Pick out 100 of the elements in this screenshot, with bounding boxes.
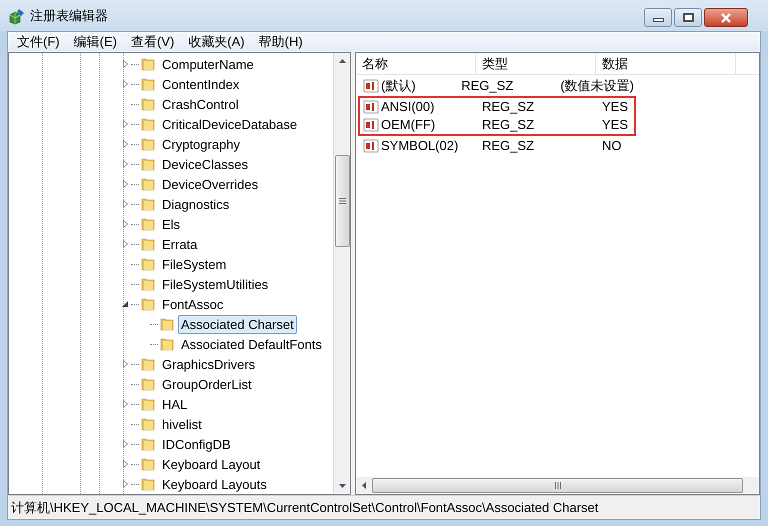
tree-item[interactable]: FileSystem: [159, 254, 230, 274]
folder-icon: [140, 456, 156, 472]
tree-item[interactable]: HAL: [159, 394, 190, 414]
tree-item[interactable]: CriticalDeviceDatabase: [159, 114, 300, 134]
folder-icon: [140, 436, 156, 452]
folder-icon: [140, 376, 156, 392]
grip-icon: [338, 198, 346, 204]
scroll-down-icon[interactable]: [338, 484, 346, 488]
string-value-icon: [363, 139, 379, 153]
tree-item[interactable]: Errata: [159, 234, 200, 254]
value-type: REG_SZ: [481, 137, 536, 156]
tree-item[interactable]: CrashControl: [159, 94, 242, 114]
folder-icon: [140, 156, 156, 172]
folder-icon: [140, 296, 156, 312]
tree-item[interactable]: IDConfigDB: [159, 434, 234, 454]
column-header[interactable]: 类型: [476, 53, 596, 74]
menu-item[interactable]: 文件(F): [10, 32, 67, 52]
collapsed-arrow-icon[interactable]: [122, 360, 128, 368]
tree-item[interactable]: ComputerName: [159, 54, 257, 74]
collapsed-arrow-icon[interactable]: [122, 180, 128, 188]
value-data: YES: [601, 116, 628, 134]
value-name: (默认): [381, 77, 416, 96]
maximize-button[interactable]: [674, 8, 702, 27]
tree-item[interactable]: Associated Charset: [178, 314, 297, 334]
close-button[interactable]: [704, 8, 748, 27]
folder-icon: [140, 256, 156, 272]
collapsed-arrow-icon[interactable]: [122, 480, 128, 488]
folder-icon: [140, 476, 156, 492]
column-header[interactable]: 数据: [596, 53, 736, 74]
folder-icon: [140, 96, 156, 112]
value-row[interactable]: OEM(FF) REG_SZ YES: [358, 116, 636, 136]
tree-item[interactable]: GroupOrderList: [159, 374, 255, 394]
folder-icon: [140, 356, 156, 372]
value-data: (数值未设置): [559, 77, 634, 96]
tree-item[interactable]: Associated DefaultFonts: [178, 334, 325, 354]
tree-item[interactable]: DeviceOverrides: [159, 174, 262, 194]
collapsed-arrow-icon[interactable]: [122, 120, 128, 128]
menu-item[interactable]: 收藏夹(A): [181, 32, 252, 52]
tree-item[interactable]: FileSystemUtilities: [159, 274, 272, 294]
string-value-icon: [363, 79, 379, 93]
collapsed-arrow-icon[interactable]: [122, 220, 128, 228]
tree-item[interactable]: ContentIndex: [159, 74, 242, 94]
scroll-left-icon[interactable]: [362, 482, 366, 489]
string-value-icon: [363, 100, 379, 114]
tree-item[interactable]: hivelist: [159, 414, 205, 434]
scroll-up-icon[interactable]: [338, 59, 346, 63]
collapsed-arrow-icon[interactable]: [122, 400, 128, 408]
menu-item[interactable]: 查看(V): [124, 32, 182, 52]
close-icon: [720, 12, 732, 22]
collapsed-arrow-icon[interactable]: [122, 240, 128, 248]
collapsed-arrow-icon[interactable]: [122, 160, 128, 168]
folder-icon: [140, 276, 156, 292]
folder-icon: [140, 76, 156, 92]
tree-item[interactable]: Els: [159, 214, 184, 234]
tree-item[interactable]: FontAssoc: [159, 294, 226, 314]
scroll-thumb[interactable]: [334, 155, 350, 247]
folder-icon: [140, 56, 156, 72]
folder-icon: [140, 416, 156, 432]
folder-icon: [159, 336, 175, 352]
value-name: OEM(FF): [381, 116, 436, 134]
minimize-button[interactable]: [644, 8, 672, 27]
folder-icon: [140, 116, 156, 132]
value-type: REG_SZ: [481, 98, 536, 116]
tree-item[interactable]: Diagnostics: [159, 194, 232, 214]
collapsed-arrow-icon[interactable]: [122, 200, 128, 208]
value-name: ANSI(00): [381, 98, 434, 116]
grip-icon: [554, 482, 560, 489]
collapsed-arrow-icon[interactable]: [122, 60, 128, 68]
folder-icon: [140, 136, 156, 152]
scroll-thumb[interactable]: [372, 478, 743, 493]
value-row[interactable]: ANSI(00) REG_SZ YES: [358, 96, 636, 116]
collapsed-arrow-icon[interactable]: [122, 440, 128, 448]
folder-icon: [159, 316, 175, 332]
vertical-scrollbar[interactable]: [333, 53, 350, 494]
folder-icon: [140, 176, 156, 192]
folder-icon: [140, 216, 156, 232]
value-name: SYMBOL(02): [381, 137, 458, 156]
collapsed-arrow-icon[interactable]: [122, 80, 128, 88]
menu-item[interactable]: 帮助(H): [252, 32, 310, 52]
collapsed-arrow-icon[interactable]: [122, 460, 128, 468]
registry-editor-icon: [8, 6, 26, 24]
window-title: 注册表编辑器: [30, 6, 108, 25]
tree-item[interactable]: DeviceClasses: [159, 154, 251, 174]
folder-icon: [140, 196, 156, 212]
menu-item[interactable]: 编辑(E): [66, 32, 124, 52]
value-data: NO: [601, 137, 622, 156]
value-type: REG_SZ: [481, 116, 536, 134]
tree-item[interactable]: GraphicsDrivers: [159, 354, 258, 374]
value-row[interactable]: (默认) REG_SZ (数值未设置): [358, 76, 636, 96]
value-row[interactable]: SYMBOL(02) REG_SZ NO: [358, 136, 636, 156]
tree-item[interactable]: Keyboard Layout: [159, 454, 264, 474]
tree-item[interactable]: Cryptography: [159, 134, 244, 154]
collapsed-arrow-icon[interactable]: [122, 140, 128, 148]
string-value-icon: [363, 118, 379, 132]
folder-icon: [140, 396, 156, 412]
column-header[interactable]: 名称: [356, 53, 476, 74]
horizontal-scrollbar[interactable]: [356, 477, 759, 494]
value-type: REG_SZ: [460, 77, 514, 96]
tree-item[interactable]: Keyboard Layouts: [159, 474, 270, 494]
expanded-arrow-icon[interactable]: [122, 301, 128, 307]
